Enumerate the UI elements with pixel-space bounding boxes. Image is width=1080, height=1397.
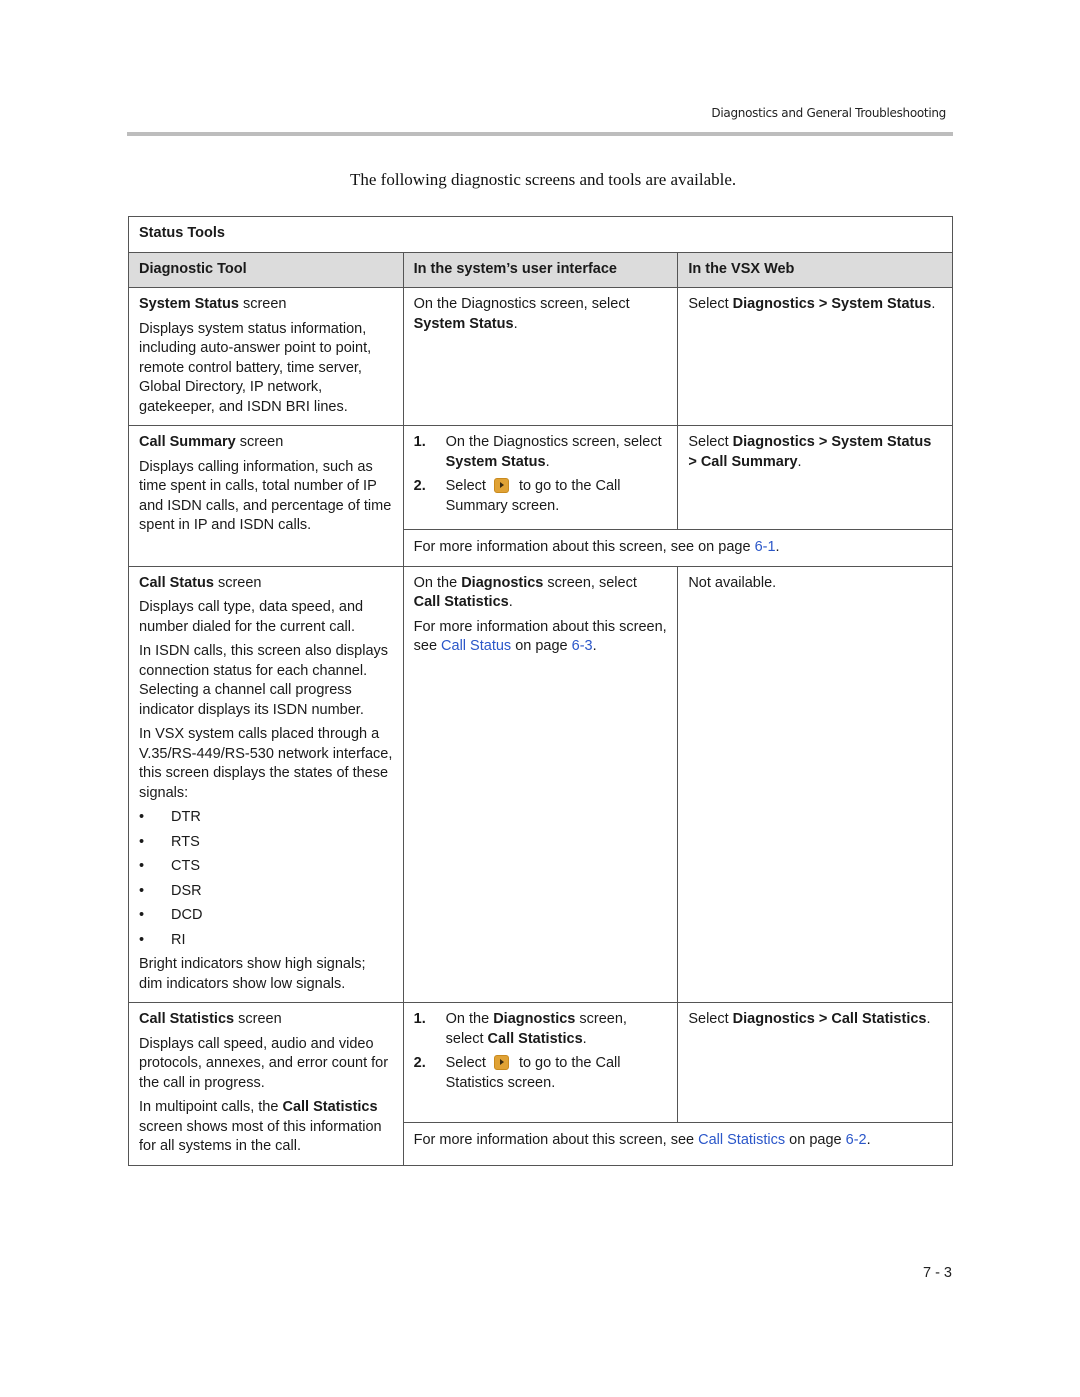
- header-vsx-web: In the VSX Web: [677, 251, 953, 288]
- ui-instruction: On the Diagnostics screen, select System…: [413, 296, 630, 332]
- tool-description: Bright indicators show high signals; dim…: [139, 956, 366, 992]
- header-rule: [127, 132, 953, 136]
- tool-cell: Call Statistics screen Displays call spe…: [128, 1002, 404, 1166]
- signal-item: • DCD: [139, 907, 203, 923]
- signal-item: • CTS: [139, 858, 200, 874]
- ui-cell: On the Diagnostics screen, select Call S…: [402, 565, 679, 1003]
- page-link[interactable]: 6-2: [846, 1132, 867, 1148]
- tool-description: Displays calling information, such as ti…: [139, 458, 392, 534]
- web-instruction: Select Diagnostics > System Status.: [688, 296, 936, 312]
- header-system-ui: In the system’s user interface: [402, 251, 679, 288]
- tool-cell: Call Status screen Displays call type, d…: [128, 565, 404, 1003]
- tool-cell: Call Summary screen Displays calling inf…: [128, 425, 404, 567]
- web-cell: Select Diagnostics > System Status.: [677, 287, 953, 426]
- table-row: System Status screen Displays system sta…: [128, 287, 953, 426]
- signal-item: • RI: [139, 931, 186, 948]
- call-statistics-link[interactable]: Call Statistics: [698, 1132, 785, 1148]
- table-title-row: Status Tools: [128, 216, 953, 253]
- table-header-row: Diagnostic Tool In the system’s user int…: [128, 251, 953, 288]
- tool-description: Displays system status information, incl…: [139, 320, 372, 415]
- tool-title: Call Statistics screen: [139, 1011, 282, 1027]
- signal-list: • DTR • RTS • CTS • DSR • DCD • RI: [139, 808, 393, 950]
- running-head: Diagnostics and General Troubleshooting: [711, 106, 946, 120]
- more-info-cell: For more information about this screen, …: [402, 1122, 954, 1166]
- forward-arrow-icon: [493, 1055, 509, 1070]
- tool-title: System Status screen: [139, 296, 287, 312]
- ui-steps: 1. On the Diagnostics screen, select Syst…: [414, 433, 668, 516]
- more-info-text: For more information about this screen, …: [413, 618, 667, 655]
- web-cell: Not available.: [677, 565, 953, 1003]
- more-info-text: For more information about this screen, …: [413, 539, 780, 555]
- ui-instruction: On the Diagnostics screen, select Call S…: [413, 574, 637, 611]
- more-info-cell: For more information about this screen, …: [402, 529, 954, 567]
- ui-steps: 1. On the Diagnostics screen, select Call…: [414, 1010, 668, 1093]
- call-status-link[interactable]: Call Status: [441, 638, 511, 654]
- status-tools-table: Status Tools Diagnostic Tool In the syst…: [128, 216, 954, 1166]
- tool-description: In ISDN calls, this screen also displays…: [139, 643, 389, 718]
- web-instruction: Select Diagnostics > Call Statistics.: [688, 1011, 931, 1027]
- step-item: 1. On the Diagnostics screen, select Syst…: [413, 434, 662, 470]
- table-row: Call Statistics screen Displays call spe…: [128, 1001, 953, 1166]
- page-number: 7 - 3: [922, 1265, 952, 1281]
- web-cell: Select Diagnostics > Call Statistics.: [677, 1001, 953, 1124]
- step-item: 2. Select to go to the Call Statistics scr…: [413, 1055, 621, 1091]
- header-diagnostic-tool: Diagnostic Tool: [128, 251, 404, 288]
- table-row: Call Status screen Displays call type, d…: [128, 565, 953, 1003]
- web-instruction: Not available.: [688, 574, 777, 591]
- table-row: Call Summary screen Displays calling inf…: [128, 425, 953, 567]
- forward-arrow-icon: [493, 478, 509, 493]
- tool-description: Displays call type, data speed, and numb…: [139, 599, 364, 635]
- page-link[interactable]: 6-3: [572, 638, 593, 654]
- web-cell: Select Diagnostics > System Status > Cal…: [677, 425, 953, 530]
- more-info-text: For more information about this screen, …: [413, 1132, 871, 1149]
- step-item: 2. Select to go to the Call Summary screen…: [413, 478, 621, 514]
- step-item: 1. On the Diagnostics screen, select Call…: [413, 1011, 627, 1047]
- tool-description: In multipoint calls, the Call Statistics…: [139, 1099, 382, 1154]
- ui-cell: On the Diagnostics screen, select System…: [402, 287, 679, 426]
- ui-cell: 1. On the Diagnostics screen, select Syst…: [402, 425, 679, 530]
- page-link[interactable]: 6-1: [755, 539, 776, 555]
- signal-item: • RTS: [139, 833, 200, 850]
- ui-cell: 1. On the Diagnostics screen, select Call…: [402, 1001, 679, 1124]
- tool-title: Call Status screen: [139, 574, 262, 591]
- tool-description: In VSX system calls placed through a V.3…: [139, 726, 393, 801]
- tool-title: Call Summary screen: [139, 434, 284, 450]
- tool-cell: System Status screen Displays system sta…: [128, 287, 404, 426]
- web-instruction: Select Diagnostics > System Status > Cal…: [688, 434, 932, 470]
- intro-text: The following diagnostic screens and too…: [350, 170, 737, 189]
- tool-description: Displays call speed, audio and video pro…: [139, 1035, 389, 1091]
- table-title: Status Tools: [128, 216, 953, 253]
- signal-item: • DTR: [139, 809, 201, 825]
- signal-item: • DSR: [139, 882, 202, 899]
